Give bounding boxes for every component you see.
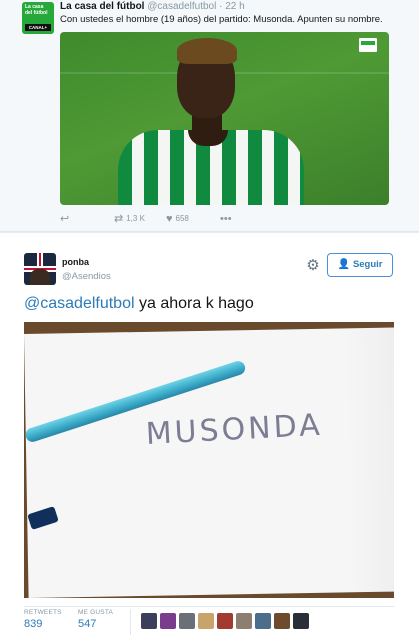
avatar-logo-text: La casa del fútbol: [25, 4, 48, 16]
timeline: La casa del fútbol CANAL+ La casa del fú…: [0, 0, 419, 640]
tweet-photo-player[interactable]: [60, 32, 389, 205]
tweet-text: Con ustedes el hombre (19 años) del part…: [60, 14, 383, 25]
liker-avatars: [141, 613, 312, 629]
liker-avatar[interactable]: [141, 613, 157, 629]
liker-avatar[interactable]: [274, 613, 290, 629]
stats-divider: [130, 609, 131, 635]
follow-button[interactable]: 👤 Seguir: [327, 253, 393, 277]
retweets-value: 839: [24, 618, 43, 630]
likes-stat[interactable]: ME GUSTA 547: [78, 609, 113, 630]
retweets-label: RETWEETS: [24, 609, 62, 616]
retweets-stat[interactable]: RETWEETS 839: [24, 609, 62, 630]
likes-label: ME GUSTA: [78, 609, 114, 616]
reply-button[interactable]: ↩: [60, 211, 72, 227]
player-hair: [177, 38, 237, 64]
likes-value: 547: [78, 618, 97, 630]
mention-link[interactable]: @casadelfutbol: [24, 295, 135, 312]
more-icon: •••: [220, 213, 232, 225]
main-tweet: ponba @Asendios ⚙ 👤 Seguir @casadelfutbol…: [0, 233, 419, 640]
tweet-text: @casadelfutbol ya ahora k hago: [24, 294, 254, 314]
like-button[interactable]: ♥ 658: [166, 211, 189, 227]
liker-avatar[interactable]: [179, 613, 195, 629]
avatar-brand-text: CANAL+: [25, 24, 51, 31]
liker-avatar[interactable]: [198, 613, 214, 629]
liker-avatar[interactable]: [217, 613, 233, 629]
gear-icon[interactable]: ⚙: [304, 257, 322, 275]
author-handle[interactable]: @Asendios: [62, 271, 111, 282]
retweet-button[interactable]: ⇄ 1,3 K: [114, 211, 145, 227]
liker-avatar[interactable]: [160, 613, 176, 629]
add-user-icon: 👤: [337, 259, 350, 270]
tweet-stats: RETWEETS 839 ME GUSTA 547: [24, 606, 394, 636]
author-handle[interactable]: @casadelfutbol: [147, 1, 216, 12]
retweet-count: 1,3 K: [126, 214, 145, 224]
more-button[interactable]: •••: [220, 211, 235, 227]
avatar-figure: [30, 269, 50, 285]
tweet-photo-paper[interactable]: MUSONDA: [24, 322, 394, 598]
author-name[interactable]: La casa del fútbol: [60, 1, 144, 12]
avatar-casadelfutbol[interactable]: La casa del fútbol CANAL+: [22, 2, 54, 34]
like-count: 658: [175, 214, 189, 224]
author-name[interactable]: ponba: [62, 257, 89, 267]
retweet-icon: ⇄: [114, 213, 124, 225]
quoted-tweet[interactable]: La casa del fútbol CANAL+ La casa del fú…: [0, 0, 419, 232]
tweet-time[interactable]: 22 h: [225, 1, 244, 12]
tweet-header: La casa del fútbol @casadelfutbol · 22 h: [60, 1, 245, 13]
liker-avatar[interactable]: [255, 613, 271, 629]
tweet-actions: ↩ ⇄ 1,3 K ♥ 658 •••: [60, 211, 380, 227]
handwritten-word: MUSONDA: [144, 407, 324, 452]
paper-sheet: MUSONDA: [24, 327, 394, 598]
tweet-text-rest: ya ahora k hago: [134, 295, 254, 312]
heart-icon: ♥: [166, 213, 173, 225]
liker-avatar[interactable]: [293, 613, 309, 629]
follow-label: Seguir: [352, 259, 383, 270]
liker-avatar[interactable]: [236, 613, 252, 629]
separator-dot: ·: [219, 1, 223, 12]
avatar-asendios[interactable]: [24, 253, 56, 285]
broadcast-logo: [359, 38, 377, 52]
reply-icon: ↩: [60, 213, 70, 225]
